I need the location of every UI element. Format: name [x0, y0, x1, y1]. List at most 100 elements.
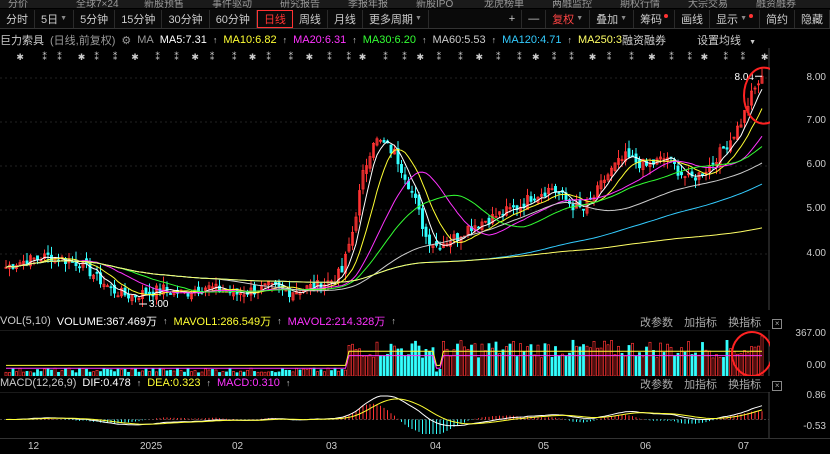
top-menu-item[interactable]: 季报年报 [348, 0, 388, 8]
period-daily[interactable]: 日线 [256, 9, 293, 28]
arrow-up-icon: ↑ [136, 378, 142, 388]
adjust-button[interactable]: 复权 ▼ [546, 9, 591, 28]
chevron-down-icon: ▼ [749, 39, 756, 46]
volume-bar [708, 350, 711, 376]
volume-bar [701, 342, 704, 376]
volume-bar [330, 370, 333, 376]
ma30-line [5, 146, 763, 293]
top-menu-item[interactable]: 龙虎榜单 [484, 0, 524, 8]
chips-button[interactable]: 筹码 [634, 9, 676, 28]
candle-body [134, 295, 137, 298]
event-marker-icon: ⁑ [552, 51, 557, 62]
period-more[interactable]: 更多周期 ▼ [363, 9, 429, 28]
volume-bar [610, 340, 613, 376]
top-menu-item[interactable]: 研究报告 [280, 0, 320, 8]
period-15min[interactable]: 15分钟 [115, 9, 163, 28]
volume-chart [0, 330, 770, 376]
display-button[interactable]: 显示 ▼ [710, 9, 760, 28]
volume-bar [711, 357, 715, 376]
volume-bar [603, 340, 606, 376]
top-menu-item[interactable]: 融资融券 [756, 0, 796, 8]
hide-button[interactable]: 隐藏 [795, 9, 830, 28]
top-menu-item[interactable]: 新股预售 [144, 0, 184, 8]
vol-axis-min: 0.00 [806, 360, 826, 371]
gear-icon[interactable]: ⚙ [121, 34, 131, 47]
volume-bar [690, 354, 694, 376]
overlay-button[interactable]: 叠加 ▼ [590, 9, 635, 28]
event-marker-icon: ⁑ [346, 51, 351, 62]
period-monthly[interactable]: 月线 [328, 9, 363, 28]
chevron-down-icon: ▼ [414, 15, 422, 22]
zoom-in-button[interactable]: + [503, 9, 523, 28]
volume-bar [158, 367, 162, 376]
vol-edit-params[interactable]: 改参数 [640, 317, 673, 329]
macd-edit-params[interactable]: 改参数 [640, 379, 673, 391]
volume-bar [480, 343, 484, 376]
event-marker-icon: ⁑ [155, 51, 160, 62]
event-marker-icon: ⁑ [289, 51, 294, 62]
volume-bar [438, 369, 442, 376]
volume-bar [368, 354, 372, 376]
top-menu-item[interactable]: 新股IPO [416, 0, 453, 8]
period-30min[interactable]: 30分钟 [162, 9, 210, 28]
event-marker-icon: ⁑ [174, 51, 179, 62]
time-axis-label: 2025 [140, 441, 163, 452]
ma-label: MA [137, 34, 154, 46]
dif-value: DIF:0.478 [82, 377, 131, 389]
event-marker-icon: ⁑ [402, 51, 407, 62]
notification-dot [749, 13, 753, 18]
period-5day[interactable]: 5日 ▼ [35, 9, 75, 28]
mavol1-value: MAVOL1:286.549万 [173, 316, 272, 328]
period-60min[interactable]: 60分钟 [210, 9, 257, 28]
macd-switch-indicator[interactable]: 换指标 [728, 379, 761, 391]
draw-button[interactable]: 画线 [675, 9, 711, 28]
arrow-up-icon: ↑ [352, 35, 357, 45]
volume-bar [746, 352, 750, 376]
macd-add-indicator[interactable]: 加指标 [684, 379, 717, 391]
margin-label: 融资融券 [622, 35, 667, 47]
volume-bar [305, 369, 309, 376]
event-marker-icon: ⁑ [607, 51, 612, 62]
vol-add-indicator[interactable]: 加指标 [684, 317, 717, 329]
top-menu-item[interactable]: 全球7×24 [76, 0, 119, 8]
event-marker-icon: ⁑ [94, 51, 99, 62]
volume-bar [676, 352, 680, 376]
simple-button[interactable]: 简约 [760, 9, 795, 28]
volume-bar [498, 353, 501, 376]
top-menu-item[interactable]: 事件驱动 [212, 0, 252, 8]
top-menu-item[interactable]: 两融监控 [552, 0, 592, 8]
ma-settings-button[interactable]: 设置均线 ▼ [697, 32, 762, 48]
top-menu-item[interactable]: 大宗交易 [688, 0, 728, 8]
period-weekly[interactable]: 周线 [293, 9, 328, 28]
top-menu-item[interactable]: 期权行情 [620, 0, 660, 8]
volume-bar [309, 368, 312, 376]
arrow-up-icon: ↑ [282, 35, 288, 45]
volume-bar [638, 352, 641, 376]
candlestick-chart[interactable]: ✱ ⁑ ⁑ ✱ ⁑ ⁑ ✱ ⁑ ⁑ ✱ ⁑ ⁑ ✱ ⁑ ⁑ ✱ ⁑ ⁑ ✱ ⁑ ⁑ ✱ ⁑ ⁑ ✱ ⁑ ⁑ ✱ ⁑ ⁑ ✱ ⁑ ⁑ ✱ ⁑ ⁑ ✱ ⁑ ⁑ ✱… [0, 48, 770, 310]
volume-bar [561, 353, 564, 376]
candle-body [676, 165, 680, 176]
candle-body [95, 271, 99, 274]
ma120-value: MA120:4.71 [502, 34, 562, 46]
volume-bar [176, 368, 179, 376]
vol-switch-indicator[interactable]: 换指标 [728, 317, 761, 329]
volume-bar [456, 343, 459, 376]
volume-bar [11, 368, 15, 376]
candle-body [340, 265, 344, 273]
volume-bar [652, 350, 655, 376]
volume-bar [102, 368, 106, 376]
event-marker-icon: ✱ [417, 52, 425, 62]
volume-bar [123, 368, 127, 376]
volume-bar [375, 341, 379, 376]
volume-bar [680, 347, 683, 376]
zoom-out-button[interactable]: — [522, 9, 547, 28]
low-price-label: 3.00 [149, 299, 169, 310]
time-axis-label: 12 [28, 441, 40, 452]
event-marker-icon: ⁑ [629, 51, 634, 62]
period-5min[interactable]: 5分钟 [74, 9, 116, 28]
top-menu-item[interactable]: 分价 [8, 0, 28, 8]
macd-legend: MACD(12,26,9) DIF:0.478 ↑ DEA:0.323 ↑ MACD… [0, 376, 296, 390]
period-fenshi[interactable]: 分时 [0, 9, 35, 28]
candle-body [582, 208, 585, 211]
candle-body [382, 140, 386, 143]
